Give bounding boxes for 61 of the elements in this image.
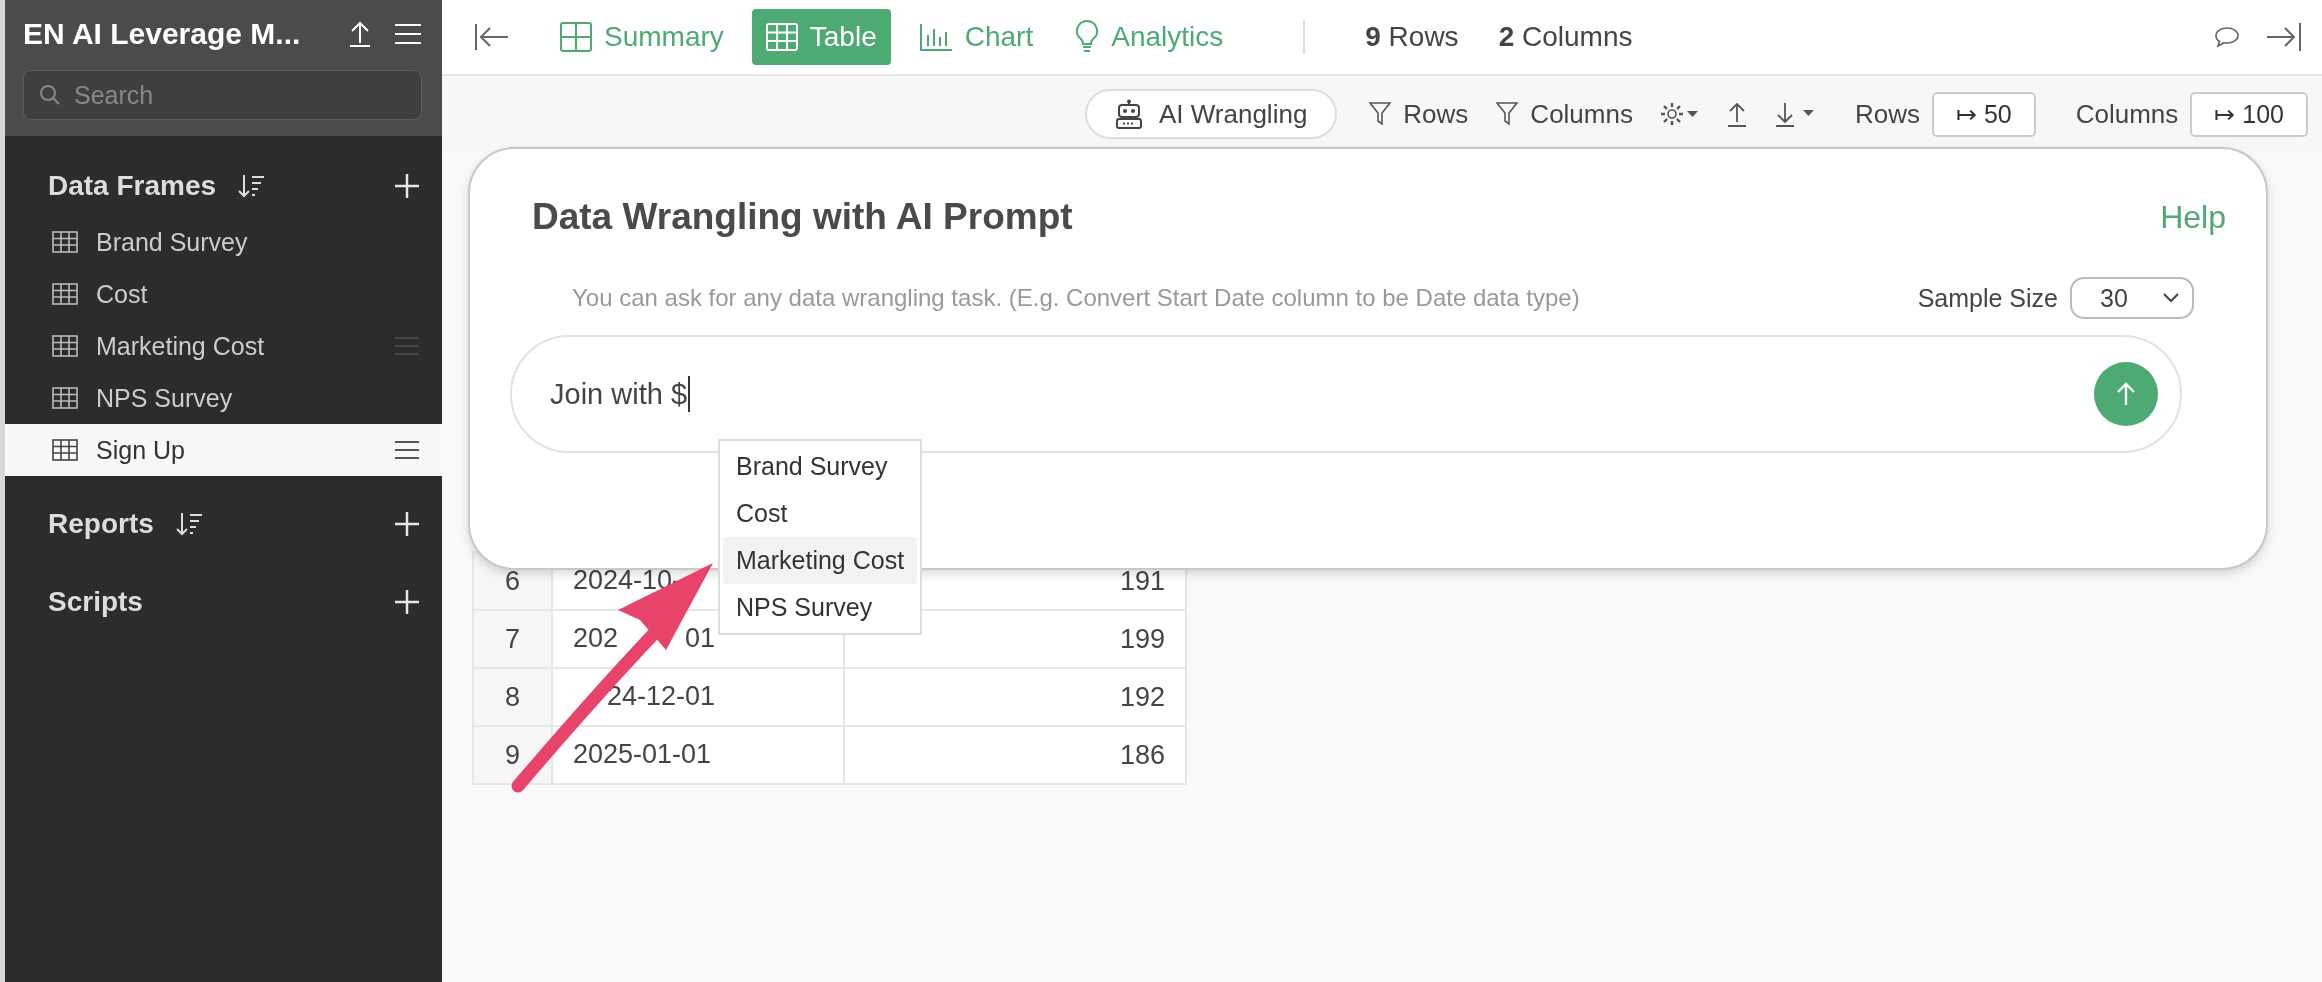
grid-icon — [560, 22, 592, 52]
table-icon — [765, 23, 798, 51]
sort-icon[interactable] — [175, 511, 204, 537]
robot-icon — [1114, 99, 1143, 129]
table-cell: 186 — [844, 726, 1186, 784]
sidebar-item[interactable]: NPS Survey — [5, 372, 442, 424]
ai-wrangling-button[interactable]: AI Wrangling — [1084, 89, 1338, 139]
table-cell-text: 2024-10- — [573, 567, 682, 594]
count-label: 9 Rows — [1365, 21, 1459, 53]
lightbulb-icon — [1075, 20, 1100, 54]
suggestion-item[interactable]: Cost — [723, 490, 917, 537]
table-cell-text: 202 — [573, 625, 619, 652]
table-cell-text: 01 — [684, 625, 715, 652]
sample-size-label: Sample Size — [1917, 283, 2058, 313]
section-title: Reports — [48, 508, 154, 540]
sidebar-item[interactable]: Marketing Cost — [5, 320, 442, 372]
expand-panel-icon[interactable] — [2266, 22, 2302, 52]
project-title: EN AI Leverage M... — [23, 17, 302, 51]
section-title: Scripts — [48, 586, 143, 618]
arrow-up-icon — [2115, 381, 2137, 407]
sort-icon[interactable] — [238, 173, 267, 199]
sidebar-item[interactable]: Brand Survey — [5, 216, 442, 268]
comment-icon[interactable] — [2214, 26, 2240, 48]
row-number: 7 — [473, 610, 552, 668]
menu-icon[interactable] — [394, 440, 420, 460]
bar-chart-icon — [918, 23, 953, 51]
table-cell: 192 — [844, 668, 1186, 726]
row-number: 8 — [473, 668, 552, 726]
filter-button[interactable]: Columns — [1496, 98, 1633, 130]
chevron-icon — [2162, 292, 2180, 304]
limit-field[interactable]: ↦ 50 — [1931, 91, 2036, 137]
table-icon — [52, 387, 78, 409]
table-cell-text: 2025-01-01 — [573, 741, 712, 768]
filter-button[interactable]: Rows — [1369, 98, 1469, 130]
limit-field[interactable]: ↦ 100 — [2190, 91, 2308, 137]
table-icon — [52, 283, 78, 305]
search-icon — [39, 84, 61, 106]
table-icon — [52, 439, 78, 461]
hint-text: You can ask for any data wrangling task. (E.g. Convert Start Date column to be Date data type) — [572, 284, 1580, 312]
add-icon[interactable] — [394, 589, 420, 615]
sidebar-item[interactable]: Sign Up — [5, 424, 442, 476]
table-icon — [52, 231, 78, 253]
add-icon[interactable] — [394, 511, 420, 537]
upload-icon[interactable] — [1726, 101, 1747, 127]
dialog-title: Data Wrangling with AI Prompt — [532, 196, 1073, 238]
table-icon — [52, 335, 78, 357]
limit-label: Rows — [1854, 98, 1920, 130]
settings-icon[interactable] — [1660, 102, 1699, 126]
suggestion-item[interactable]: Marketing Cost — [723, 537, 917, 584]
count-label: 2 Columns — [1498, 21, 1633, 53]
search-field[interactable]: Search — [23, 70, 422, 120]
filter-icon — [1369, 102, 1392, 126]
limit-label: Columns — [2075, 98, 2179, 130]
download-icon[interactable] — [1774, 101, 1815, 127]
sidebar-item[interactable]: Cost — [5, 268, 442, 320]
sample-size-select[interactable]: 30 — [2070, 277, 2194, 319]
section-title: Data Frames — [48, 170, 217, 202]
collapse-sidebar-icon[interactable] — [474, 23, 510, 51]
table-cell-text: 24-12-01 — [606, 683, 715, 710]
add-icon[interactable] — [394, 173, 420, 199]
filter-icon — [1496, 102, 1519, 126]
